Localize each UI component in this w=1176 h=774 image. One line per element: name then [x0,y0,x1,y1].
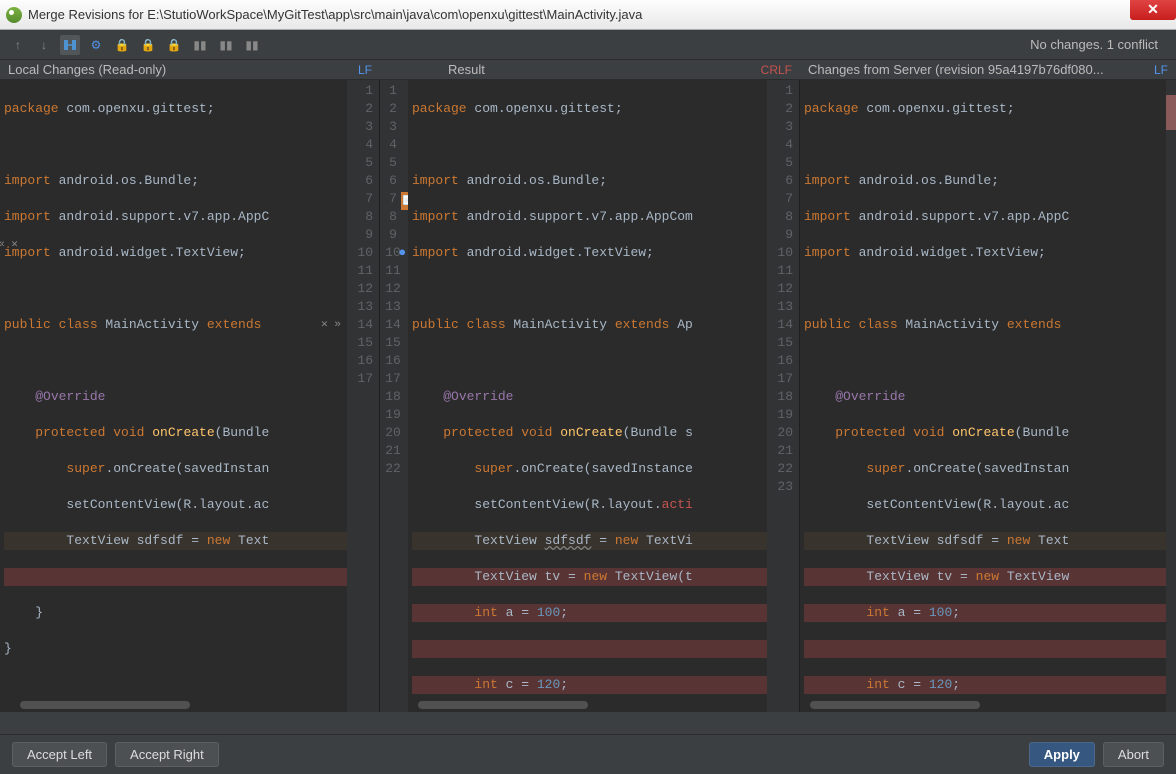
left-pane: package com.openxu.gittest; import andro… [0,80,380,712]
dialog-footer: Accept Left Accept Right Apply Abort [0,734,1176,774]
lock-icon-1[interactable]: 🔒 [112,35,132,55]
right-pane-title: Changes from Server (revision 95a4197b76… [808,62,1104,77]
mid-pane-title: Result [448,62,485,77]
toolbar: ↑ ↓ ⚙ 🔒 🔒 🔒 ▮▮ ▮▮ ▮▮ No changes. 1 confl… [0,30,1176,60]
diff-icon-2[interactable]: ▮▮ [216,35,236,55]
accept-right-button[interactable]: Accept Right [115,742,219,767]
mid-scrollbar[interactable] [418,701,588,709]
diff-icon-3[interactable]: ▮▮ [242,35,262,55]
mid-eol-badge[interactable]: CRLF [761,63,792,77]
right-eol-badge[interactable]: LF [1154,63,1168,77]
right-diff-overview[interactable] [1166,80,1176,712]
lock-icon-3[interactable]: 🔒 [164,35,184,55]
apply-button[interactable]: Apply [1029,742,1095,767]
lock-icon-2[interactable]: 🔒 [138,35,158,55]
settings-icon[interactable]: ⚙ [86,35,106,55]
close-button[interactable]: ✕ [1130,0,1176,20]
right-code[interactable]: package com.openxu.gittest; import andro… [800,80,1176,712]
merge-panes: package com.openxu.gittest; import andro… [0,80,1176,712]
abort-button[interactable]: Abort [1103,742,1164,767]
reject-left-icon[interactable]: ✕ » [321,316,341,334]
left-eol-badge[interactable]: LF [358,63,372,77]
left-code[interactable]: package com.openxu.gittest; import andro… [0,80,347,712]
diff-icon-1[interactable]: ▮▮ [190,35,210,55]
status-text: No changes. 1 conflict [1030,37,1168,52]
prev-diff-icon[interactable]: ↑ [8,35,28,55]
middle-pane: 1234567📄8910●↑111213141516171819202122 p… [380,80,800,712]
left-gutter-a: 1234567891011121314151617 [347,80,379,712]
mid-gutter-left: 1234567📄8910●↑111213141516171819202122 [380,80,408,712]
window-titlebar: Merge Revisions for E:\StutioWorkSpace\M… [0,0,1176,30]
app-icon [6,7,22,23]
mid-code[interactable]: package com.openxu.gittest; import andro… [408,80,767,712]
left-scrollbar[interactable] [20,701,190,709]
right-scrollbar[interactable] [810,701,980,709]
accept-left-button[interactable]: Accept Left [12,742,107,767]
pane-headers: Local Changes (Read-only) LF Result CRLF… [0,60,1176,80]
next-diff-icon[interactable]: ↓ [34,35,54,55]
window-title: Merge Revisions for E:\StutioWorkSpace\M… [28,7,642,22]
mid-gutter-right: « ✕ 123456789101112131415161718192021222… [767,80,799,712]
left-pane-title: Local Changes (Read-only) [8,62,166,77]
right-pane: package com.openxu.gittest; import andro… [800,80,1176,712]
sync-scroll-icon[interactable] [60,35,80,55]
accept-right-icon[interactable]: « ✕ [0,236,18,254]
